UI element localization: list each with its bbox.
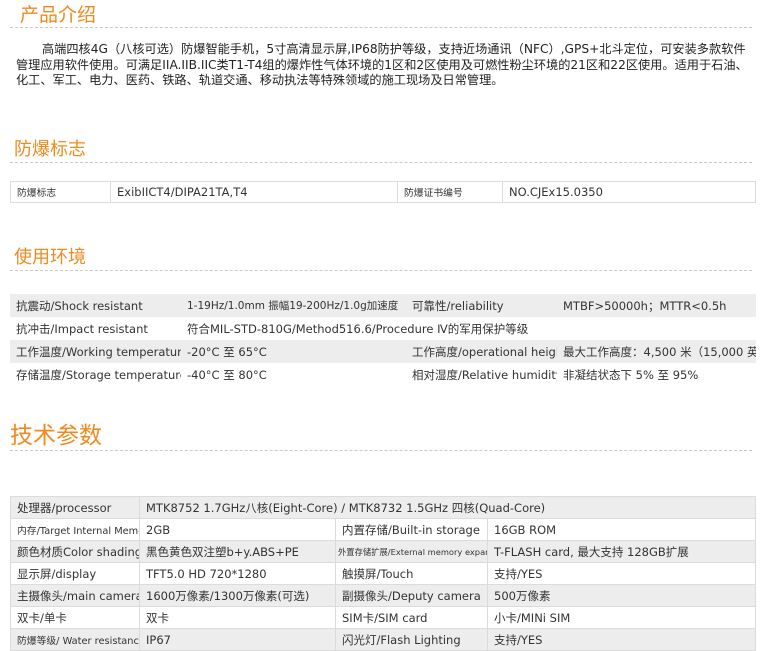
value-cell: 黑色黄色双注塑b+y.ABS+PE (139, 540, 336, 563)
value-cell: 最大工作高度：4,500 米（15,000 英尺） (557, 340, 756, 363)
label-cell: 抗冲击/Impact resistant (16, 321, 148, 336)
divider (10, 162, 752, 163)
value-cell: MTBF>50000h；MTTR<0.5h (557, 294, 756, 317)
specs-table: 处理器/processor MTK8752 1.7GHz八核(Eight-Cor… (10, 496, 756, 651)
value-cell: -20°C 至 65°C (181, 340, 406, 363)
table-row: 双卡/单卡 双卡 SIM卡/SIM card 小卡/MINi SIM (10, 606, 756, 629)
table-row: 抗冲击/Impact resistant 符合MIL-STD-810G/Meth… (10, 317, 756, 340)
value-cell: 双卡 (139, 606, 336, 629)
value-cell: NO.CJEx15.0350 (502, 181, 756, 203)
value-cell: -40°C 至 80°C (187, 367, 267, 382)
divider (10, 27, 752, 28)
table-row: 防爆标志 ExibIICT4/DIPA21TA,T4 防爆证书编号 NO.CJE… (10, 181, 756, 203)
value-cell: TFT5.0 HD 720*1280 (139, 562, 336, 585)
table-row: 防爆等级/ Water resistance IP67 闪光灯/Flash Li… (10, 628, 756, 651)
table-row: 主摄像头/main cameras 1600万像素/1300万像素(可选) 副摄… (10, 584, 756, 607)
table-row: 存储温度/Storage temperature -40°C 至 80°C 相对… (10, 363, 756, 386)
divider (10, 270, 752, 271)
value-cell: T-FLASH card, 最大支持 128GB扩展 (487, 540, 756, 563)
section-title-environment: 使用环境 (14, 247, 86, 268)
label-cell: 主摄像头/main cameras (10, 584, 140, 607)
value-cell: 符合MIL-STD-810G/Method516.6/Procedure Ⅳ的军… (187, 321, 529, 336)
value-cell: 支持/YES (487, 562, 756, 585)
value-cell: 1-19Hz/1.0mm 振幅19-200Hz/1.0g加速度 (181, 294, 406, 317)
value-cell: 支持/YES (487, 628, 756, 651)
value-cell: 2GB (139, 518, 336, 541)
label-cell: 副摄像头/Deputy camera (335, 584, 488, 607)
label-cell: 相对湿度/Relative humidity (412, 367, 557, 382)
label-cell: 处理器/processor (10, 496, 140, 519)
value-cell: 500万像素 (487, 584, 756, 607)
label-cell: 闪光灯/Flash Lighting (335, 628, 488, 651)
intro-paragraph: 高端四核4G（八核可选）防爆智能手机，5寸高清显示屏,IP68防护等级，支持近场… (16, 42, 748, 87)
table-row: 抗震动/Shock resistant 1-19Hz/1.0mm 振幅19-20… (10, 294, 756, 317)
label-cell: 防爆标志 (10, 181, 111, 203)
value-cell: 小卡/MINi SIM (487, 606, 756, 629)
value-cell: ExibIICT4/DIPA21TA,T4 (110, 181, 398, 203)
label-cell: SIM卡/SIM card (335, 606, 488, 629)
label-cell: 工作高度/operational height (406, 340, 557, 363)
section-title-specs: 技术参数 (10, 423, 102, 449)
label-cell: 可靠性/reliability (406, 294, 557, 317)
label-cell: 显示屏/display (10, 562, 140, 585)
explosion-table: 防爆标志 ExibIICT4/DIPA21TA,T4 防爆证书编号 NO.CJE… (10, 181, 756, 203)
label-cell: 内置存储/Built-in storage (335, 518, 488, 541)
environment-table: 抗震动/Shock resistant 1-19Hz/1.0mm 振幅19-20… (10, 294, 756, 386)
value-cell: IP67 (139, 628, 336, 651)
table-row: 颜色材质Color shading 黑色黄色双注塑b+y.ABS+PE 外置存储… (10, 540, 756, 563)
label-cell: 内存/Target Internal Memory (10, 518, 140, 541)
value-cell: 1600万像素/1300万像素(可选) (139, 584, 336, 607)
divider (10, 450, 752, 451)
table-row: 工作温度/Working temperature -20°C 至 65°C 工作… (10, 340, 756, 363)
table-row: 内存/Target Internal Memory 2GB 内置存储/Built… (10, 518, 756, 541)
label-cell: 双卡/单卡 (10, 606, 140, 629)
label-cell: 外置存储扩展/External memory expansion (335, 540, 488, 563)
label-cell: 工作温度/Working temperature (10, 340, 181, 363)
value-cell: 非凝结状态下 5% 至 95% (563, 367, 699, 382)
table-row: 显示屏/display TFT5.0 HD 720*1280 触摸屏/Touch… (10, 562, 756, 585)
section-title-intro: 产品介绍 (20, 4, 97, 26)
section-title-explosion: 防爆标志 (14, 139, 86, 160)
label-cell: 存储温度/Storage temperature (16, 367, 181, 382)
label-cell: 颜色材质Color shading (10, 540, 140, 563)
label-cell: 防爆等级/ Water resistance (10, 628, 140, 651)
table-row: 处理器/processor MTK8752 1.7GHz八核(Eight-Cor… (10, 496, 756, 519)
value-cell: 16GB ROM (487, 518, 756, 541)
value-cell: MTK8752 1.7GHz八核(Eight-Core) / MTK8732 1… (139, 496, 756, 519)
label-cell: 抗震动/Shock resistant (10, 294, 181, 317)
label-cell: 触摸屏/Touch (335, 562, 488, 585)
label-cell: 防爆证书编号 (397, 181, 503, 203)
